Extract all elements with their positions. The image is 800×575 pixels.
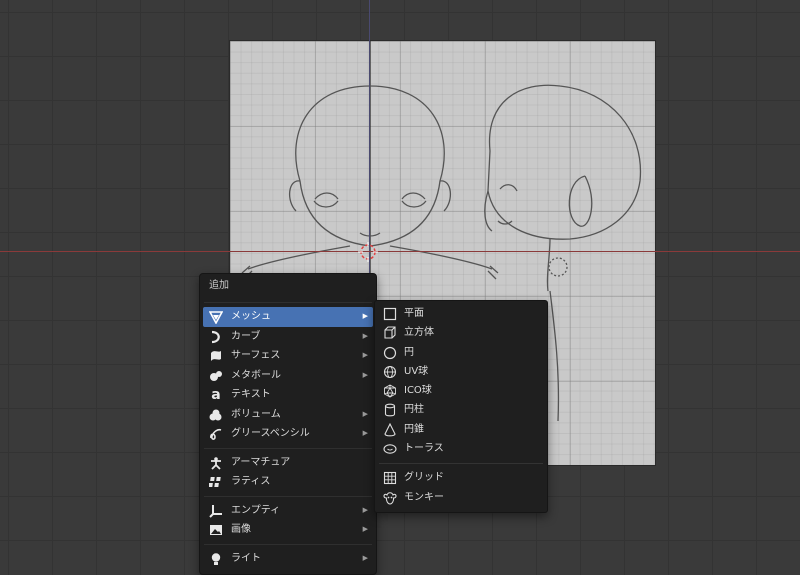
submenu-arrow-icon: ▶: [362, 429, 368, 437]
mesh-icon: [208, 310, 224, 325]
menu-item-metaball[interactable]: メタボール ▶: [203, 366, 373, 386]
menu-item-label: ラティス: [231, 476, 271, 487]
menu-item-label: 画像: [231, 524, 251, 535]
mesh-submenu: 平面 立方体 円 UV球 ICO球 円柱 円錐 トーラス グリッド モンキー: [374, 300, 548, 513]
menu-item-volume[interactable]: ボリューム ▶: [203, 405, 373, 425]
menu-item-label: メッシュ: [231, 311, 271, 322]
menu-separator: [204, 543, 372, 545]
submenu-arrow-icon: ▶: [362, 331, 368, 340]
menu-item-text[interactable]: a テキスト: [203, 385, 373, 405]
submenu-item-grid[interactable]: グリッド: [375, 468, 547, 487]
submenu-item-ico-sphere[interactable]: ICO球: [375, 381, 547, 400]
submenu-item-cone[interactable]: 円錐: [375, 420, 547, 439]
submenu-item-cylinder[interactable]: 円柱: [375, 400, 547, 419]
submenu-item-label: 平面: [404, 308, 424, 319]
grid-icon: [383, 472, 397, 485]
volume-icon: [209, 408, 223, 422]
menu-item-label: カーブ: [231, 330, 261, 342]
circle-icon: [383, 346, 397, 359]
submenu-item-uv-sphere[interactable]: UV球: [375, 362, 547, 381]
cone-icon: [384, 422, 396, 437]
menu-item-grease-pencil[interactable]: グリースペンシル ▶: [203, 424, 373, 444]
torus-icon: [383, 444, 397, 454]
menu-item-light[interactable]: ライト ▶: [203, 549, 373, 569]
x-axis-line: [0, 251, 800, 252]
submenu-item-plane[interactable]: 平面: [375, 304, 547, 323]
3d-cursor-icon[interactable]: [358, 242, 378, 262]
image-icon: [209, 523, 223, 537]
grease-pencil-icon: [209, 427, 223, 441]
empty-icon: [209, 504, 223, 518]
menu-item-lattice[interactable]: ラティス: [203, 472, 373, 492]
submenu-arrow-icon: ▶: [362, 351, 368, 359]
menu-separator: [204, 495, 372, 497]
submenu-item-label: 円: [404, 346, 414, 358]
menu-item-surface[interactable]: サーフェス ▶: [203, 346, 373, 366]
menu-item-armature[interactable]: アーマチュア: [203, 453, 373, 473]
menu-item-label: アーマチュア: [231, 456, 291, 468]
submenu-item-torus[interactable]: トーラス: [375, 439, 547, 458]
monkey-icon: [383, 491, 397, 505]
submenu-arrow-icon: ▶: [362, 312, 368, 320]
ico-sphere-icon: [384, 384, 396, 398]
submenu-item-monkey[interactable]: モンキー: [375, 488, 547, 507]
submenu-arrow-icon: ▶: [362, 505, 368, 514]
submenu-arrow-icon: ▶: [362, 409, 368, 418]
lattice-icon: [208, 475, 223, 489]
plane-icon: [383, 307, 397, 321]
light-icon: [209, 552, 223, 566]
menu-item-empty[interactable]: エンプティ ▶: [203, 501, 373, 521]
uv-sphere-icon: [383, 365, 397, 378]
submenu-arrow-icon: ▶: [362, 553, 368, 562]
menu-separator: [204, 447, 372, 449]
submenu-item-label: 円柱: [404, 404, 424, 416]
menu-item-label: サーフェス: [231, 350, 281, 361]
add-menu: 追加 メッシュ ▶ カーブ ▶ サーフェス ▶ メタボール ▶ a テキスト ボ…: [199, 273, 377, 575]
surface-icon: [209, 349, 223, 363]
text-icon: a: [211, 387, 221, 403]
submenu-separator: [379, 463, 543, 465]
metaball-icon: [209, 369, 223, 383]
menu-title: 追加: [209, 280, 229, 291]
submenu-item-label: トーラス: [404, 443, 444, 455]
menu-item-image[interactable]: 画像 ▶: [203, 520, 373, 540]
submenu-arrow-icon: ▶: [362, 525, 368, 533]
menu-item-label: グリースペンシル: [231, 428, 310, 439]
menu-separator: [204, 302, 372, 303]
submenu-item-label: 円錐: [404, 423, 424, 435]
menu-item-label: ボリューム: [231, 408, 281, 420]
menu-item-label: テキスト: [231, 389, 271, 400]
submenu-item-label: ICO球: [404, 385, 432, 397]
submenu-item-label: 立方体: [404, 327, 434, 339]
submenu-arrow-icon: ▶: [362, 370, 368, 379]
submenu-item-label: UV球: [404, 365, 429, 377]
armature-icon: [209, 456, 223, 470]
menu-item-label: エンプティ: [231, 504, 281, 516]
submenu-item-label: グリッド: [404, 472, 444, 484]
menu-item-mesh[interactable]: メッシュ ▶: [203, 307, 373, 327]
cylinder-icon: [384, 404, 396, 417]
menu-item-label: メタボール: [231, 369, 281, 381]
submenu-item-cube[interactable]: 立方体: [375, 323, 547, 342]
submenu-item-circle[interactable]: 円: [375, 343, 547, 362]
menu-item-curve[interactable]: カーブ ▶: [203, 327, 373, 347]
menu-item-label: ライト: [231, 552, 261, 564]
curve-icon: [209, 330, 223, 344]
submenu-item-label: モンキー: [404, 491, 444, 503]
cube-icon: [384, 326, 396, 339]
